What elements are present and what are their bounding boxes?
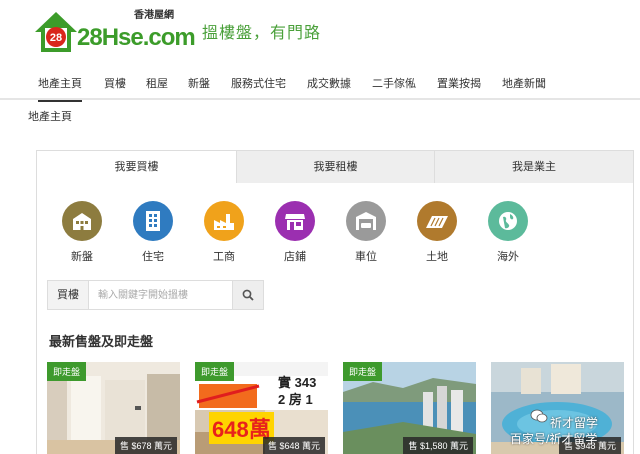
search-icon [242,289,254,301]
watermark: 祈才留学 百家号/祈才留学 [510,409,640,454]
tab-bar: 我要買樓 我要租樓 我是業主 [37,151,633,183]
category-label: 海外 [497,251,519,263]
nav-item-rent[interactable]: 租屋 [146,70,168,100]
category-shop[interactable]: 店鋪 [270,201,320,264]
category-label: 土地 [426,251,448,263]
listing-tag: 即走盤 [343,362,383,381]
listing-tag: 即走盤 [195,362,235,381]
tab-rent[interactable]: 我要租樓 [236,151,434,183]
header: 28 28Hse.com 香港屋網 搵樓盤，有門路 [0,0,640,66]
listing-price: 售 $648 萬元 [262,437,325,454]
listing-price: 售 $678 萬元 [114,437,177,454]
nav-item-home[interactable]: 地產主頁 [38,70,82,102]
tab-buy[interactable]: 我要買樓 [37,151,236,183]
listing-card[interactable]: 即走盤 售 $1,580 萬元 [343,362,476,454]
logo-text: 28Hse.com [77,24,196,51]
section-title: 最新售盤及即走盤 [49,334,154,349]
site-logo[interactable]: 28 28Hse.com 香港屋網 [33,4,196,56]
shop-icon [275,201,315,241]
search-type-select[interactable]: 買樓 [48,281,89,309]
nav-item-new[interactable]: 新盤 [188,70,210,100]
logo-number: 28 [50,32,62,44]
globe-icon [488,201,528,241]
residential-icon [133,201,173,241]
category-label: 店鋪 [284,251,306,263]
nav-item-buy[interactable]: 買樓 [104,70,126,100]
main-nav: 地產主頁 買樓 租屋 新盤 服務式住宅 成交數據 二手傢俬 置業按揭 地產新聞 [0,70,640,102]
wechat-icon [530,409,548,423]
tab-owner[interactable]: 我是業主 [434,151,633,183]
category-label: 車位 [355,251,377,263]
house-logo-icon: 28 [35,12,77,52]
category-overseas[interactable]: 海外 [483,201,533,264]
category-label: 新盤 [71,251,93,263]
nav-item-mortgage[interactable]: 置業按揭 [437,70,481,100]
watermark-bottom: 百家号/祈才留学 [510,432,598,446]
category-list: 新盤 住宅 工商 店鋪 車位 土地 海外 [57,201,617,264]
search-button[interactable] [232,281,263,309]
nav-item-transactions[interactable]: 成交數據 [307,70,351,100]
nav-item-serviced[interactable]: 服務式住宅 [231,70,286,100]
nav-item-furniture[interactable]: 二手傢俬 [372,70,416,100]
nav-item-news[interactable]: 地產新聞 [502,70,546,100]
search-input[interactable] [98,285,228,305]
logo-cn-text: 香港屋網 [134,10,174,21]
listing-card[interactable]: 實 343 2 房 1 648萬 即走盤 售 $648 萬元 [195,362,328,454]
listing-tag: 即走盤 [47,362,87,381]
new-building-icon [62,201,102,241]
parking-icon [346,201,386,241]
category-parking[interactable]: 車位 [341,201,391,264]
category-residential[interactable]: 住宅 [128,201,178,264]
category-label: 工商 [213,251,235,263]
breadcrumb[interactable]: 地產主頁 [28,108,72,124]
search-bar: 買樓 [47,280,264,310]
land-icon [417,201,457,241]
category-label: 住宅 [142,251,164,263]
listing-card[interactable]: 即走盤 售 $678 萬元 [47,362,180,454]
category-commercial[interactable]: 工商 [199,201,249,264]
category-land[interactable]: 土地 [412,201,462,264]
listing-overlay-rooms: 2 房 1 [278,392,313,407]
watermark-top: 祈才留学 [550,416,599,430]
listing-price: 售 $1,580 萬元 [403,437,473,454]
slogan: 搵樓盤，有門路 [202,25,322,42]
factory-icon [204,201,244,241]
category-new[interactable]: 新盤 [57,201,107,264]
